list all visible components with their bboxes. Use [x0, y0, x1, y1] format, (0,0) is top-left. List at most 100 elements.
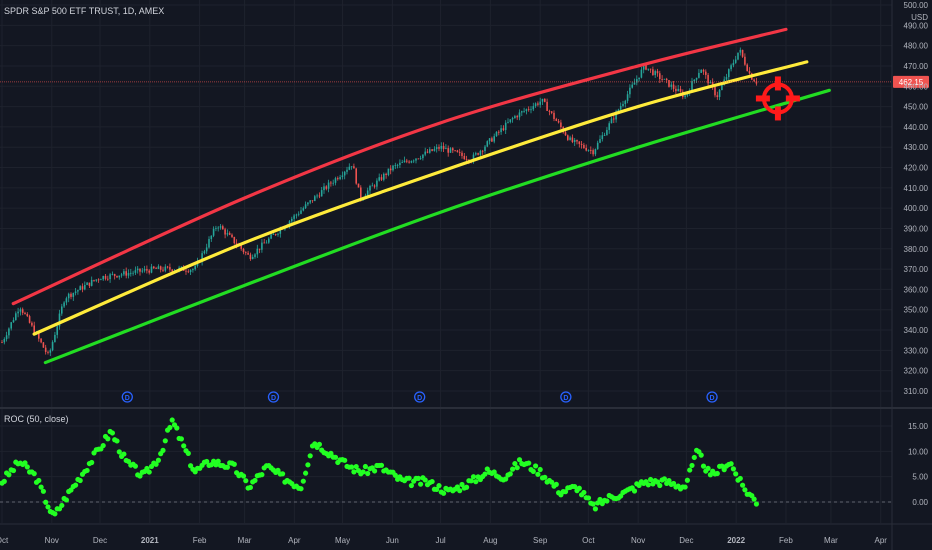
candle-body — [272, 234, 275, 235]
y-tick-label: 500.00 — [904, 1, 929, 10]
candle-body — [633, 82, 636, 85]
candle-body — [640, 69, 643, 78]
candle-body — [141, 270, 144, 272]
x-tick-label: Sep — [533, 536, 548, 545]
roc-dot — [742, 487, 748, 493]
roc-dot — [514, 465, 520, 471]
candle-body — [447, 148, 449, 153]
y-tick-label: 480.00 — [904, 42, 929, 51]
candle-body — [465, 159, 468, 160]
candle-body — [123, 271, 125, 275]
candle-body — [162, 269, 164, 271]
candle-body — [417, 158, 420, 160]
roc-dot — [224, 464, 230, 470]
candle-body — [70, 293, 72, 297]
candle-body — [385, 173, 387, 175]
roc-dot — [167, 424, 173, 431]
candle-body — [111, 274, 114, 275]
candle-body — [394, 165, 397, 166]
candle-body — [44, 347, 47, 352]
candle-body — [590, 150, 592, 151]
candle-body — [1, 342, 3, 344]
candle-body — [622, 103, 624, 107]
roc-dot — [422, 477, 428, 483]
candle-body — [732, 62, 735, 66]
candle-body — [518, 112, 521, 118]
y-tick-label: 490.00 — [904, 21, 929, 30]
x-tick-label: Apr — [288, 536, 301, 545]
candle-body — [254, 254, 256, 257]
y-tick-label: 470.00 — [904, 62, 929, 71]
candle-body — [107, 278, 109, 280]
candle-body — [86, 282, 88, 285]
candle-body — [373, 185, 376, 187]
roc-dot — [698, 452, 704, 458]
candle-body — [339, 177, 341, 180]
candle-body — [412, 160, 415, 162]
candle-body — [155, 268, 157, 269]
candle-body — [355, 168, 357, 184]
candle-body — [77, 290, 79, 292]
candle-body — [613, 118, 615, 120]
candle-body — [378, 177, 380, 181]
roc-dot — [535, 471, 541, 477]
candle-body — [205, 247, 208, 252]
candle-body — [668, 80, 670, 87]
roc-dot — [753, 501, 760, 507]
roc-y-tick-label: 0.00 — [912, 498, 928, 507]
candle-body — [136, 268, 139, 271]
target-tick-top — [774, 76, 781, 91]
candle-body — [139, 268, 141, 272]
candle-body — [705, 71, 707, 75]
candle-body — [219, 226, 222, 228]
candle-body — [5, 335, 8, 340]
roc-dot — [590, 501, 596, 507]
roc-dot — [553, 481, 559, 487]
candle-body — [431, 149, 433, 151]
candle-body — [691, 81, 693, 91]
roc-dot — [162, 438, 168, 444]
candle-body — [65, 298, 68, 303]
candle-body — [567, 135, 569, 140]
candle-body — [208, 239, 210, 248]
candle-body — [330, 182, 332, 184]
candle-body — [539, 101, 541, 105]
candle-body — [100, 279, 102, 281]
roc-dot — [470, 474, 477, 480]
candle-body — [652, 69, 654, 76]
y-tick-label: 460.00 — [904, 82, 929, 91]
candle-body — [426, 151, 429, 153]
roc-dot — [155, 457, 161, 463]
candle-body — [54, 334, 56, 343]
candle-body — [523, 110, 525, 112]
roc-dot — [360, 469, 366, 475]
y-tick-label: 360.00 — [904, 285, 929, 294]
x-tick-label: Aug — [483, 536, 497, 545]
candle-body — [300, 210, 302, 214]
candle-body — [371, 185, 374, 187]
candle-body — [601, 135, 604, 140]
candle-body — [422, 154, 424, 159]
candle-body — [277, 233, 279, 235]
candle-body — [449, 148, 452, 153]
candle-body — [74, 291, 77, 293]
candle-body — [737, 52, 739, 60]
roc-dot — [121, 451, 127, 457]
roc-dot — [436, 483, 442, 489]
candle-body — [366, 190, 369, 196]
candle-body — [693, 79, 696, 82]
candle-body — [334, 178, 337, 183]
roc-dot — [146, 469, 152, 475]
roc-dot — [378, 462, 385, 468]
candle-body — [746, 64, 748, 72]
candle-body — [380, 177, 383, 180]
candle-body — [302, 208, 305, 211]
roc-dot — [714, 470, 720, 477]
roc-dot — [89, 459, 95, 466]
candle-body — [424, 151, 426, 155]
candle-body — [477, 153, 479, 155]
candle-body — [15, 313, 17, 321]
candle-body — [670, 84, 673, 87]
x-tick-label: 2021 — [141, 536, 159, 545]
candle-body — [435, 147, 438, 149]
